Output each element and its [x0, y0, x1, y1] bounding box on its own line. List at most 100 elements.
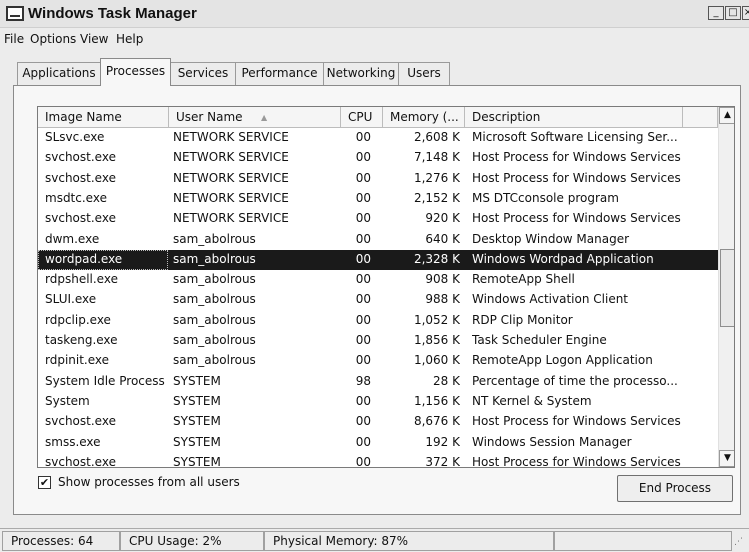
cell-memory: 1,060 K [413, 353, 460, 368]
table-row[interactable]: System SYSTEM 00 1,156 K NT Kernel & System [38, 392, 718, 412]
cell-user-name: SYSTEM [173, 434, 221, 449]
cell-description: RemoteApp Shell [472, 272, 575, 287]
table-row[interactable]: svchost.exe NETWORK SERVICE 00 1,276 K Host … [38, 169, 718, 189]
cell-description: Host Process for Windows Services [472, 454, 681, 468]
tab-processes[interactable]: Processes [100, 58, 171, 86]
cell-image-name: smss.exe [45, 434, 101, 449]
vertical-scrollbar[interactable]: ▲ ▼ [718, 107, 734, 467]
end-process-button[interactable]: End Process [617, 475, 733, 502]
column-header-user-name[interactable]: User Name ▲ [169, 107, 341, 128]
column-header-cpu[interactable]: CPU [341, 107, 383, 128]
column-header-description[interactable]: Description [465, 107, 683, 128]
cell-user-name: sam_abolrous [173, 292, 256, 307]
cell-description: Desktop Window Manager [472, 231, 630, 246]
cell-description: Host Process for Windows Services [472, 170, 681, 185]
table-row[interactable]: SLUI.exe sam_abolrous 00 988 K Windows Activ… [38, 290, 718, 310]
table-row[interactable]: svchost.exe NETWORK SERVICE 00 920 K Host Pr… [38, 209, 718, 229]
cell-user-name: sam_abolrous [173, 312, 256, 327]
cell-image-name: System [45, 393, 90, 408]
table-row[interactable]: svchost.exe SYSTEM 00 8,676 K Host Process f… [38, 412, 718, 432]
resize-grip-icon: ⋰ [734, 537, 743, 547]
column-header-filler [683, 107, 718, 128]
table-row[interactable]: svchost.exe NETWORK SERVICE 00 7,148 K Host … [38, 148, 718, 168]
show-all-users-checkbox[interactable]: ✔ [38, 476, 51, 489]
task-manager-icon [6, 6, 24, 21]
minimize-button[interactable]: _ [708, 6, 724, 20]
table-row[interactable]: wordpad.exe sam_abolrous 00 2,328 K Windows … [38, 249, 718, 271]
title-bar: Windows Task Manager _ □ × [0, 0, 749, 28]
scroll-down-button[interactable]: ▼ [719, 450, 734, 467]
scroll-thumb[interactable] [720, 249, 734, 327]
cell-description: Microsoft Software Licensing Ser... [472, 130, 678, 144]
cell-user-name: SYSTEM [173, 414, 221, 429]
scroll-up-button[interactable]: ▲ [719, 107, 734, 124]
table-row[interactable]: msdtc.exe NETWORK SERVICE 00 2,152 K MS DTCc… [38, 189, 718, 209]
table-row[interactable]: System Idle Process SYSTEM 98 28 K Percentag… [38, 372, 718, 392]
cell-memory: 8,676 K [413, 414, 460, 429]
cell-user-name: sam_abolrous [173, 272, 256, 287]
cell-user-name: SYSTEM [173, 373, 221, 388]
cell-cpu: 00 [355, 150, 371, 165]
table-row[interactable]: rdpinit.exe sam_abolrous 00 1,060 K RemoteAp… [38, 351, 718, 371]
cell-description: Host Process for Windows Services [472, 211, 681, 226]
menu-file[interactable]: File [4, 32, 24, 46]
cell-memory: 192 K [425, 434, 460, 449]
window-title: Windows Task Manager [28, 5, 197, 22]
close-button[interactable]: × [742, 6, 749, 20]
cell-image-name: svchost.exe [45, 454, 116, 468]
show-all-users-label[interactable]: Show processes from all users [58, 475, 240, 489]
table-row[interactable]: SLsvc.exe NETWORK SERVICE 00 2,608 K Microso… [38, 128, 718, 148]
cell-user-name: sam_abolrous [173, 231, 256, 246]
table-row[interactable]: rdpshell.exe sam_abolrous 00 908 K RemoteApp… [38, 270, 718, 290]
cell-cpu: 00 [355, 434, 371, 449]
maximize-button[interactable]: □ [725, 6, 741, 20]
cell-user-name: sam_abolrous [173, 353, 256, 368]
menu-view[interactable]: View [80, 32, 108, 46]
table-row[interactable]: svchost.exe SYSTEM 00 372 K Host Process for… [38, 453, 718, 468]
cell-cpu: 00 [355, 170, 371, 185]
cell-user-name: NETWORK SERVICE [173, 190, 289, 205]
table-row[interactable]: dwm.exe sam_abolrous 00 640 K Desktop Window… [38, 230, 718, 250]
cell-memory: 2,328 K [413, 251, 460, 266]
cell-image-name: rdpinit.exe [45, 353, 110, 368]
cell-memory: 2,152 K [413, 190, 460, 205]
cell-cpu: 00 [355, 353, 371, 368]
cell-user-name: NETWORK SERVICE [173, 170, 289, 185]
cell-memory: 2,608 K [413, 130, 460, 144]
cell-image-name: rdpclip.exe [45, 312, 111, 327]
cell-image-name: svchost.exe [45, 170, 116, 185]
table-row[interactable]: smss.exe SYSTEM 00 192 K Windows Session Man… [38, 433, 718, 453]
menu-bar: File Options View Help [0, 28, 749, 50]
process-list[interactable]: Image Name User Name ▲ CPU Memory (... D… [37, 106, 735, 468]
cell-image-name: System Idle Process [45, 373, 165, 388]
tab-services[interactable]: Services [170, 62, 236, 85]
column-header-user-name-label: User Name [176, 110, 243, 124]
cell-cpu: 00 [355, 272, 371, 287]
cell-memory: 640 K [425, 231, 460, 246]
table-row[interactable]: taskeng.exe sam_abolrous 00 1,856 K Task Sch… [38, 331, 718, 351]
tab-performance[interactable]: Performance [235, 62, 324, 85]
tab-strip: Applications Processes Services Performa… [0, 58, 749, 86]
status-blank [554, 531, 732, 551]
cell-description: NT Kernel & System [472, 393, 592, 408]
cell-image-name: svchost.exe [45, 150, 116, 165]
cell-cpu: 00 [355, 292, 371, 307]
menu-help[interactable]: Help [116, 32, 143, 46]
tab-applications[interactable]: Applications [17, 62, 101, 85]
cell-user-name: NETWORK SERVICE [173, 130, 289, 144]
cell-description: MS DTCconsole program [472, 190, 619, 205]
cell-cpu: 00 [355, 251, 371, 266]
cell-cpu: 00 [355, 211, 371, 226]
column-header-memory[interactable]: Memory (... [383, 107, 465, 128]
menu-options[interactable]: Options [30, 32, 76, 46]
tab-networking[interactable]: Networking [323, 62, 399, 85]
cell-description: Windows Session Manager [472, 434, 632, 449]
tab-users[interactable]: Users [398, 62, 450, 85]
status-process-count: Processes: 64 [2, 531, 120, 551]
cell-description: Task Scheduler Engine [472, 333, 607, 347]
table-row[interactable]: rdpclip.exe sam_abolrous 00 1,052 K RDP Clip… [38, 311, 718, 331]
cell-image-name: msdtc.exe [45, 190, 107, 205]
cell-image-name: SLsvc.exe [45, 130, 105, 144]
cell-cpu: 00 [355, 454, 371, 468]
column-header-image-name[interactable]: Image Name [38, 107, 169, 128]
